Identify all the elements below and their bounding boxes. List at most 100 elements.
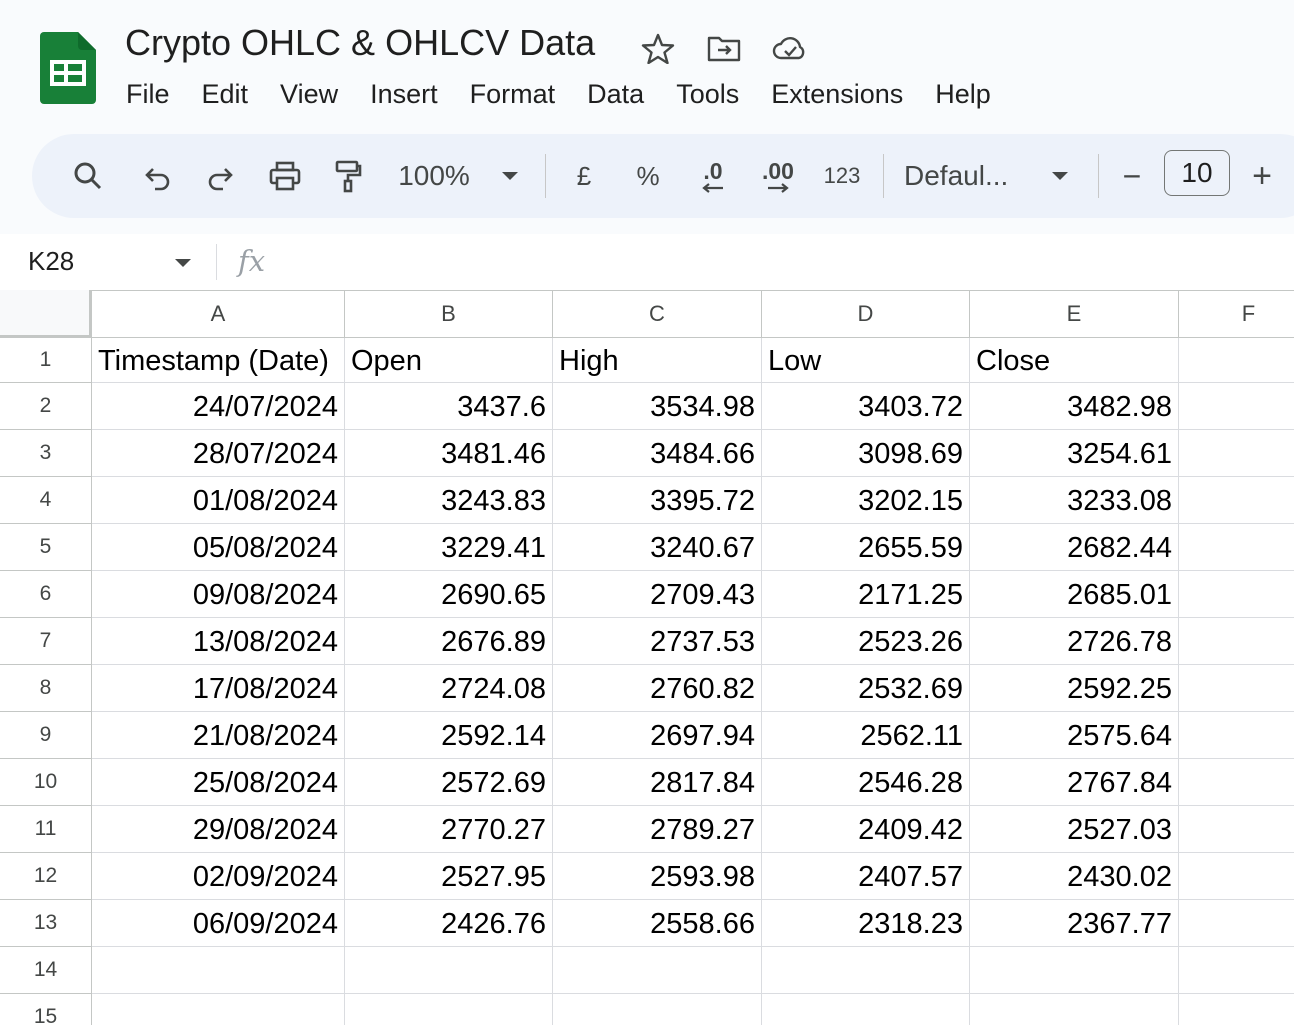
cell[interactable] [1179, 712, 1294, 759]
cell[interactable]: 2575.64 [970, 712, 1179, 759]
cell[interactable]: 25/08/2024 [92, 759, 345, 806]
cell[interactable]: 2685.01 [970, 571, 1179, 618]
cell[interactable]: 2367.77 [970, 900, 1179, 947]
cell[interactable]: 3395.72 [553, 477, 762, 524]
row-header[interactable]: 12 [0, 853, 92, 900]
cell[interactable]: 2318.23 [762, 900, 970, 947]
cell[interactable]: 2592.25 [970, 665, 1179, 712]
row-header[interactable]: 13 [0, 900, 92, 947]
decrease-font-size-button[interactable]: − [1114, 134, 1150, 218]
cell[interactable] [1179, 618, 1294, 665]
cell[interactable]: 3243.83 [345, 477, 553, 524]
cell[interactable]: 2655.59 [762, 524, 970, 571]
more-formats-button[interactable]: 123 [818, 134, 866, 218]
google-sheets-logo-icon[interactable] [40, 32, 96, 104]
decrease-decimal-button[interactable]: .0 [688, 134, 738, 218]
cell[interactable]: 2682.44 [970, 524, 1179, 571]
cell[interactable]: 3403.72 [762, 383, 970, 430]
row-header[interactable]: 8 [0, 665, 92, 712]
print-button[interactable] [262, 134, 308, 218]
cell[interactable] [1179, 383, 1294, 430]
formula-input[interactable] [290, 242, 1270, 282]
select-all-corner[interactable] [0, 290, 92, 338]
cell[interactable]: 2697.94 [553, 712, 762, 759]
cell[interactable]: 2592.14 [345, 712, 553, 759]
paint-format-button[interactable] [328, 134, 368, 218]
row-header[interactable]: 14 [0, 947, 92, 994]
cell[interactable]: 13/08/2024 [92, 618, 345, 665]
cell[interactable]: 3240.67 [553, 524, 762, 571]
cell[interactable]: 24/07/2024 [92, 383, 345, 430]
header-cell[interactable]: Timestamp (Date) [92, 338, 345, 383]
cell[interactable] [553, 947, 762, 994]
cell[interactable]: 21/08/2024 [92, 712, 345, 759]
column-header-a[interactable]: A [92, 290, 345, 338]
row-header[interactable]: 6 [0, 571, 92, 618]
increase-decimal-button[interactable]: .00 [750, 134, 806, 218]
zoom-dropdown-button[interactable] [498, 134, 522, 218]
header-cell[interactable] [1179, 338, 1294, 383]
cell[interactable] [1179, 947, 1294, 994]
menu-view[interactable]: View [264, 76, 354, 112]
header-cell[interactable]: Open [345, 338, 553, 383]
row-header[interactable]: 9 [0, 712, 92, 759]
cell[interactable] [1179, 524, 1294, 571]
cell[interactable] [1179, 900, 1294, 947]
cell[interactable]: 2171.25 [762, 571, 970, 618]
cell[interactable]: 2532.69 [762, 665, 970, 712]
cell[interactable] [762, 947, 970, 994]
cell[interactable]: 2724.08 [345, 665, 553, 712]
move-to-folder-icon[interactable] [706, 32, 742, 64]
row-header[interactable]: 7 [0, 618, 92, 665]
cell[interactable]: 2572.69 [345, 759, 553, 806]
column-header-c[interactable]: C [553, 290, 762, 338]
row-header[interactable]: 1 [0, 338, 92, 383]
cell[interactable]: 29/08/2024 [92, 806, 345, 853]
menu-insert[interactable]: Insert [354, 76, 454, 112]
header-cell[interactable]: High [553, 338, 762, 383]
cell[interactable]: 3534.98 [553, 383, 762, 430]
font-family-select[interactable]: Defaul... [904, 134, 1024, 218]
cell[interactable]: 2430.02 [970, 853, 1179, 900]
caret-down-icon[interactable] [174, 258, 192, 268]
cell[interactable]: 2690.65 [345, 571, 553, 618]
header-cell[interactable]: Low [762, 338, 970, 383]
cell[interactable]: 2789.27 [553, 806, 762, 853]
cell[interactable] [1179, 806, 1294, 853]
cell[interactable]: 3484.66 [553, 430, 762, 477]
cell[interactable]: 2770.27 [345, 806, 553, 853]
zoom-select[interactable]: 100% [394, 134, 474, 218]
format-as-percent-button[interactable]: % [628, 134, 668, 218]
cell[interactable] [1179, 571, 1294, 618]
cell[interactable]: 3229.41 [345, 524, 553, 571]
row-header[interactable]: 15 [0, 994, 92, 1025]
cell[interactable] [762, 994, 970, 1025]
column-header-b[interactable]: B [345, 290, 553, 338]
cell[interactable]: 3254.61 [970, 430, 1179, 477]
menu-file[interactable]: File [110, 76, 186, 112]
cell[interactable]: 2817.84 [553, 759, 762, 806]
cell[interactable]: 2523.26 [762, 618, 970, 665]
menu-extensions[interactable]: Extensions [755, 76, 919, 112]
cell[interactable]: 3202.15 [762, 477, 970, 524]
cell[interactable] [970, 947, 1179, 994]
cell[interactable] [1179, 665, 1294, 712]
row-header[interactable]: 2 [0, 383, 92, 430]
cell[interactable] [345, 947, 553, 994]
cell[interactable]: 2409.42 [762, 806, 970, 853]
cell[interactable] [1179, 430, 1294, 477]
search-menus-button[interactable] [66, 134, 110, 218]
cell[interactable]: 28/07/2024 [92, 430, 345, 477]
cell[interactable]: 06/09/2024 [92, 900, 345, 947]
document-title[interactable]: Crypto OHLC & OHLCV Data [125, 22, 595, 64]
cell[interactable] [1179, 994, 1294, 1025]
cell[interactable]: 01/08/2024 [92, 477, 345, 524]
cell[interactable]: 2527.95 [345, 853, 553, 900]
cell[interactable] [345, 994, 553, 1025]
menu-tools[interactable]: Tools [660, 76, 755, 112]
cell[interactable]: 2676.89 [345, 618, 553, 665]
cell[interactable]: 3098.69 [762, 430, 970, 477]
cell[interactable]: 2709.43 [553, 571, 762, 618]
cell[interactable]: 02/09/2024 [92, 853, 345, 900]
cell[interactable]: 2527.03 [970, 806, 1179, 853]
